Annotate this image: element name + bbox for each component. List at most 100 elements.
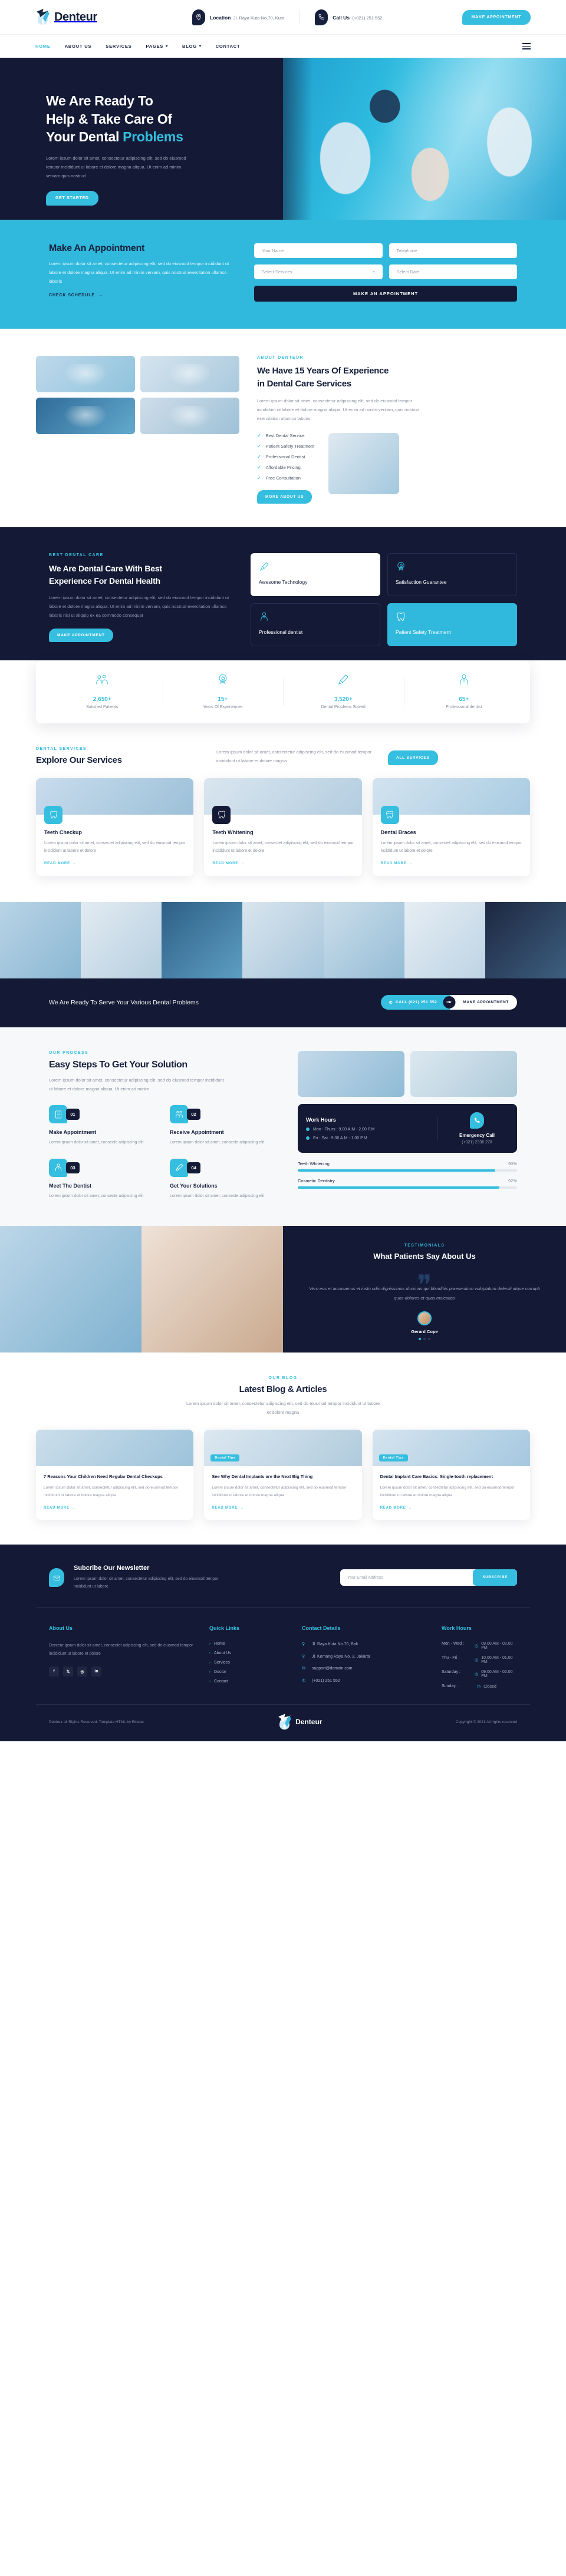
- blog-read-more-link[interactable]: READ MORE →: [212, 1506, 244, 1510]
- blog-card[interactable]: Dental Tips See Why Dental Implants are …: [204, 1430, 362, 1520]
- all-services-button[interactable]: ALL SERVICES: [388, 750, 438, 765]
- arrow-right-icon: →: [71, 1506, 76, 1510]
- telephone-input[interactable]: Telephone: [389, 243, 517, 258]
- stat-years-experience: 15+ Years Of Experiences: [162, 673, 284, 709]
- blog-read-more-link[interactable]: READ MORE →: [380, 1506, 413, 1510]
- select-date-input[interactable]: Select Date: [389, 264, 517, 279]
- care-make-appointment-button[interactable]: MAKE APPOINTMENT: [49, 628, 113, 642]
- service-card-dental-braces[interactable]: Dental Braces Lorem ipsum dolor sit amet…: [372, 778, 530, 877]
- contact-email[interactable]: ✉ support@domain.com: [302, 1666, 429, 1672]
- dental-tool-icon: [283, 673, 404, 689]
- service-read-more-link[interactable]: READ MORE →: [44, 862, 77, 865]
- footer-link-services[interactable]: › Services: [209, 1661, 289, 1665]
- cta-or-divider: OR: [443, 996, 456, 1009]
- carousel-dot[interactable]: [423, 1337, 426, 1340]
- contact-phone[interactable]: ✆ (+021) 251 552: [302, 1678, 429, 1685]
- clock-icon: ◷: [475, 1672, 479, 1677]
- your-name-input[interactable]: Your Name: [254, 243, 383, 258]
- brand-logo[interactable]: Denteur: [35, 8, 177, 26]
- strip-photo: [242, 902, 324, 979]
- chevron-down-icon: ▾: [166, 45, 168, 48]
- blog-photo: Dental Tips: [204, 1430, 362, 1467]
- instagram-icon[interactable]: ◎: [77, 1666, 87, 1677]
- feature-card-awesome-technology[interactable]: Awesome Technology: [251, 553, 380, 596]
- carousel-dot[interactable]: [428, 1337, 430, 1340]
- blog-post-text: Lorem ipsum dolor sit amet, consectetur …: [380, 1486, 515, 1498]
- service-title: Teeth Checkup: [44, 829, 82, 835]
- phone-icon: [470, 1112, 484, 1129]
- process-section: OUR PROCESS Easy Steps To Get Your Solut…: [0, 1027, 566, 1226]
- header-make-appointment-button[interactable]: MAKE APPOINTMENT: [462, 9, 531, 25]
- feature-card-patient-safety-treatment[interactable]: Patient Safety Treatment: [387, 603, 517, 646]
- footer-hours-row: Thu - Fri : ◷ 10.00 AM - 01.00 PM: [442, 1656, 513, 1665]
- statistics-card: 2,650+ Satisfied Patients 15+ Years Of E…: [36, 660, 530, 723]
- strip-photo: [485, 902, 566, 979]
- cta-call-button[interactable]: ✆ CALL (021) 251 552: [381, 995, 450, 1010]
- emergency-call-number[interactable]: (+021) 2336 278: [445, 1140, 509, 1145]
- check-icon: ✓: [257, 464, 261, 470]
- carousel-dots[interactable]: [305, 1337, 544, 1340]
- blog-photo: Dental Tips: [372, 1430, 530, 1467]
- email-input[interactable]: Your Email Address: [347, 1576, 473, 1580]
- about-photo: [140, 356, 239, 392]
- blog-card[interactable]: Dental Tips Dental Implant Care Basics: …: [372, 1430, 530, 1520]
- check-schedule-link[interactable]: CHECK SCHEDULE →: [49, 293, 103, 297]
- header-info-group: Location Jl. Raya Kuta No.70, Kuta Call …: [177, 9, 462, 25]
- location-pin-icon: ⚲: [302, 1654, 305, 1659]
- blog-read-more-link[interactable]: READ MORE →: [44, 1506, 76, 1510]
- feature-card-satisfaction-guarantee[interactable]: Satisfaction Guarantee: [387, 553, 517, 596]
- more-about-us-button[interactable]: MORE ABOUT US: [257, 490, 312, 504]
- list-item: ✓ Affordable Pricing: [257, 464, 301, 470]
- nav-item-about-us[interactable]: ABOUT US: [65, 44, 92, 49]
- services-eyebrow: DENTAL SERVICES: [36, 746, 87, 751]
- list-item: ✓ Patient Safety Treatment: [257, 443, 315, 449]
- services-description: Lorem ipsum dolor sit amet, consectetur …: [216, 749, 372, 763]
- service-card-teeth-whitening[interactable]: Teeth Whitening Lorem ipsum dolor sit am…: [204, 778, 362, 877]
- about-photo: [36, 398, 135, 434]
- carousel-dot[interactable]: [419, 1337, 421, 1340]
- blog-card[interactable]: 7 Reasons Your Children Need Regular Den…: [36, 1430, 194, 1520]
- step-text: Lorem ipsum dolor sit amet, consecte adi…: [170, 1193, 265, 1198]
- stat-number: 65: [459, 696, 466, 703]
- select-services-dropdown[interactable]: Select Services ▾: [254, 264, 383, 279]
- twitter-icon[interactable]: 𝕏: [63, 1666, 73, 1677]
- strip-photo: [81, 902, 162, 979]
- footer-link-contact[interactable]: › Contact: [209, 1679, 289, 1684]
- denteur-tooth-logo-icon: [277, 1713, 292, 1731]
- care-paragraph: Lorem ipsum dolor sit amet, consectetur …: [49, 594, 229, 618]
- chevron-right-icon: ›: [209, 1651, 210, 1655]
- facebook-icon[interactable]: f: [49, 1666, 59, 1677]
- feature-card-professional-dentist[interactable]: Professional dentist: [251, 603, 380, 646]
- stat-number: 15: [218, 696, 225, 703]
- arrow-right-icon: →: [72, 862, 77, 866]
- skill-bar-fill: [298, 1186, 500, 1189]
- nav-item-pages[interactable]: PAGES ▾: [146, 44, 168, 49]
- stat-satisfied-patients: 2,650+ Satisfied Patients: [42, 673, 163, 709]
- subscribe-button[interactable]: SUBSCRIBE: [473, 1569, 517, 1586]
- footer-link-home[interactable]: › Home: [209, 1642, 289, 1646]
- nav-item-services[interactable]: SERVICES: [106, 44, 131, 49]
- strip-photo: [404, 902, 485, 979]
- skill-cosmetic-dentistry: Cosmetic Dentistry 92%: [298, 1178, 517, 1189]
- hamburger-menu-icon[interactable]: [522, 43, 531, 49]
- header-call-info[interactable]: Call Us (+021) 251 552: [300, 9, 397, 25]
- get-started-button[interactable]: GET STARTED: [46, 190, 98, 206]
- nav-item-blog[interactable]: BLOG ▾: [182, 44, 202, 49]
- newsletter-section: Subcribe Our Newsletter Lorem ipsum dolo…: [36, 1565, 530, 1608]
- avatar: [417, 1311, 432, 1325]
- linkedin-icon[interactable]: in: [91, 1666, 101, 1677]
- service-read-more-link[interactable]: READ MORE →: [212, 862, 245, 865]
- dentist-person-icon: [259, 611, 372, 623]
- footer-link-doctor[interactable]: › Doctor: [209, 1670, 289, 1674]
- footer-link-about-us[interactable]: › About Us: [209, 1651, 289, 1655]
- service-photo: [372, 778, 530, 824]
- hero-dental-photo: [259, 58, 566, 220]
- make-an-appointment-submit-button[interactable]: MAKE AN APPOINTMENT: [254, 286, 517, 302]
- stat-label: Satisfied Patients: [86, 705, 119, 709]
- footer-copyright-left: Denteur all Rights Reserved. Template HT…: [49, 1719, 144, 1724]
- cta-make-appointment-button[interactable]: MAKE APPOINTMENT: [450, 995, 517, 1010]
- service-read-more-link[interactable]: READ MORE →: [381, 862, 413, 865]
- nav-item-home[interactable]: HOME: [35, 44, 51, 49]
- nav-item-contact[interactable]: CONTACT: [216, 44, 241, 49]
- service-card-teeth-checkup[interactable]: Teeth Checkup Lorem ipsum dolor sit amet…: [36, 778, 194, 877]
